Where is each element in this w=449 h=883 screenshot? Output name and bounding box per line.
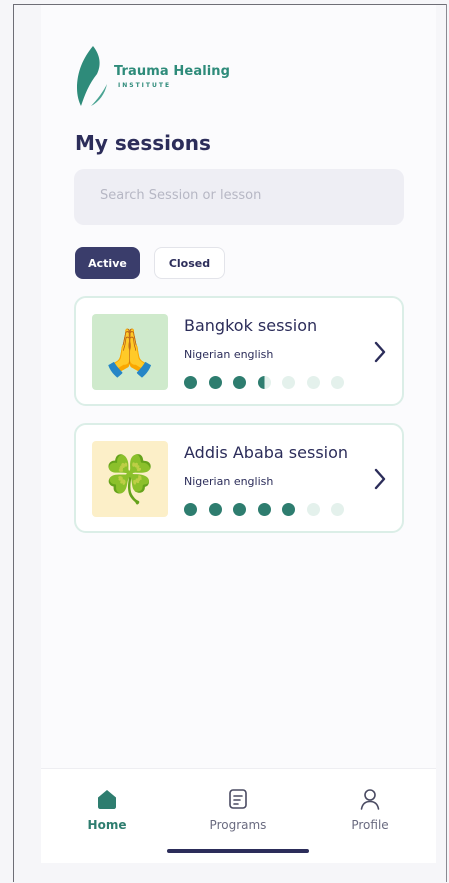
nav-programs-label: Programs bbox=[209, 818, 267, 832]
progress-dot bbox=[331, 503, 344, 516]
frame-edge bbox=[13, 4, 14, 882]
praying-hands-icon: 🙏 bbox=[101, 325, 159, 379]
brand-name: Trauma Healing bbox=[114, 64, 231, 79]
nav-profile[interactable]: Profile bbox=[325, 787, 415, 832]
nav-programs[interactable]: Programs bbox=[193, 787, 283, 832]
tab-active[interactable]: Active bbox=[75, 247, 140, 279]
page-title: My sessions bbox=[75, 131, 211, 155]
progress-dot bbox=[233, 503, 246, 516]
progress-dot bbox=[184, 503, 197, 516]
progress-dot bbox=[208, 503, 222, 516]
chevron-right-icon[interactable] bbox=[372, 467, 388, 491]
progress-dot bbox=[233, 376, 246, 389]
home-indicator bbox=[167, 849, 309, 853]
search-placeholder: Search Session or lesson bbox=[100, 188, 262, 203]
session-title: Bangkok session bbox=[184, 316, 318, 335]
progress-dot bbox=[306, 376, 320, 389]
bottom-navigation: Home Programs Profile bbox=[41, 768, 436, 863]
progress-dot bbox=[208, 376, 222, 389]
progress-dot bbox=[282, 376, 295, 389]
chevron-right-icon[interactable] bbox=[372, 340, 388, 364]
four-leaf-clover-icon: 🍀 bbox=[101, 452, 159, 506]
progress-dot bbox=[331, 376, 344, 389]
brand-subtitle: INSTITUTE bbox=[118, 82, 172, 89]
device-frame: Trauma Healing INSTITUTE My sessions Sea… bbox=[0, 0, 449, 883]
progress-dot bbox=[257, 503, 271, 516]
progress-dots bbox=[184, 503, 354, 517]
session-language: Nigerian english bbox=[184, 475, 274, 488]
session-language: Nigerian english bbox=[184, 348, 274, 361]
session-card[interactable]: 🍀 Addis Ababa session Nigerian english bbox=[74, 423, 404, 533]
session-card[interactable]: 🙏 Bangkok session Nigerian english bbox=[74, 296, 404, 406]
document-icon bbox=[229, 789, 247, 809]
session-thumbnail: 🙏 bbox=[92, 314, 168, 390]
progress-dots bbox=[184, 376, 354, 390]
progress-dot bbox=[257, 376, 271, 389]
frame-edge bbox=[446, 4, 447, 882]
user-icon bbox=[360, 789, 380, 810]
session-title: Addis Ababa session bbox=[184, 443, 349, 462]
nav-profile-label: Profile bbox=[351, 818, 389, 832]
search-input[interactable]: Search Session or lesson bbox=[74, 169, 404, 225]
nav-home-label: Home bbox=[87, 818, 127, 832]
progress-dot bbox=[282, 503, 295, 516]
nav-home[interactable]: Home bbox=[62, 787, 152, 832]
progress-dot bbox=[306, 503, 320, 516]
tab-closed[interactable]: Closed bbox=[154, 247, 225, 279]
session-thumbnail: 🍀 bbox=[92, 441, 168, 517]
progress-dot bbox=[184, 376, 197, 389]
home-icon bbox=[98, 790, 116, 809]
